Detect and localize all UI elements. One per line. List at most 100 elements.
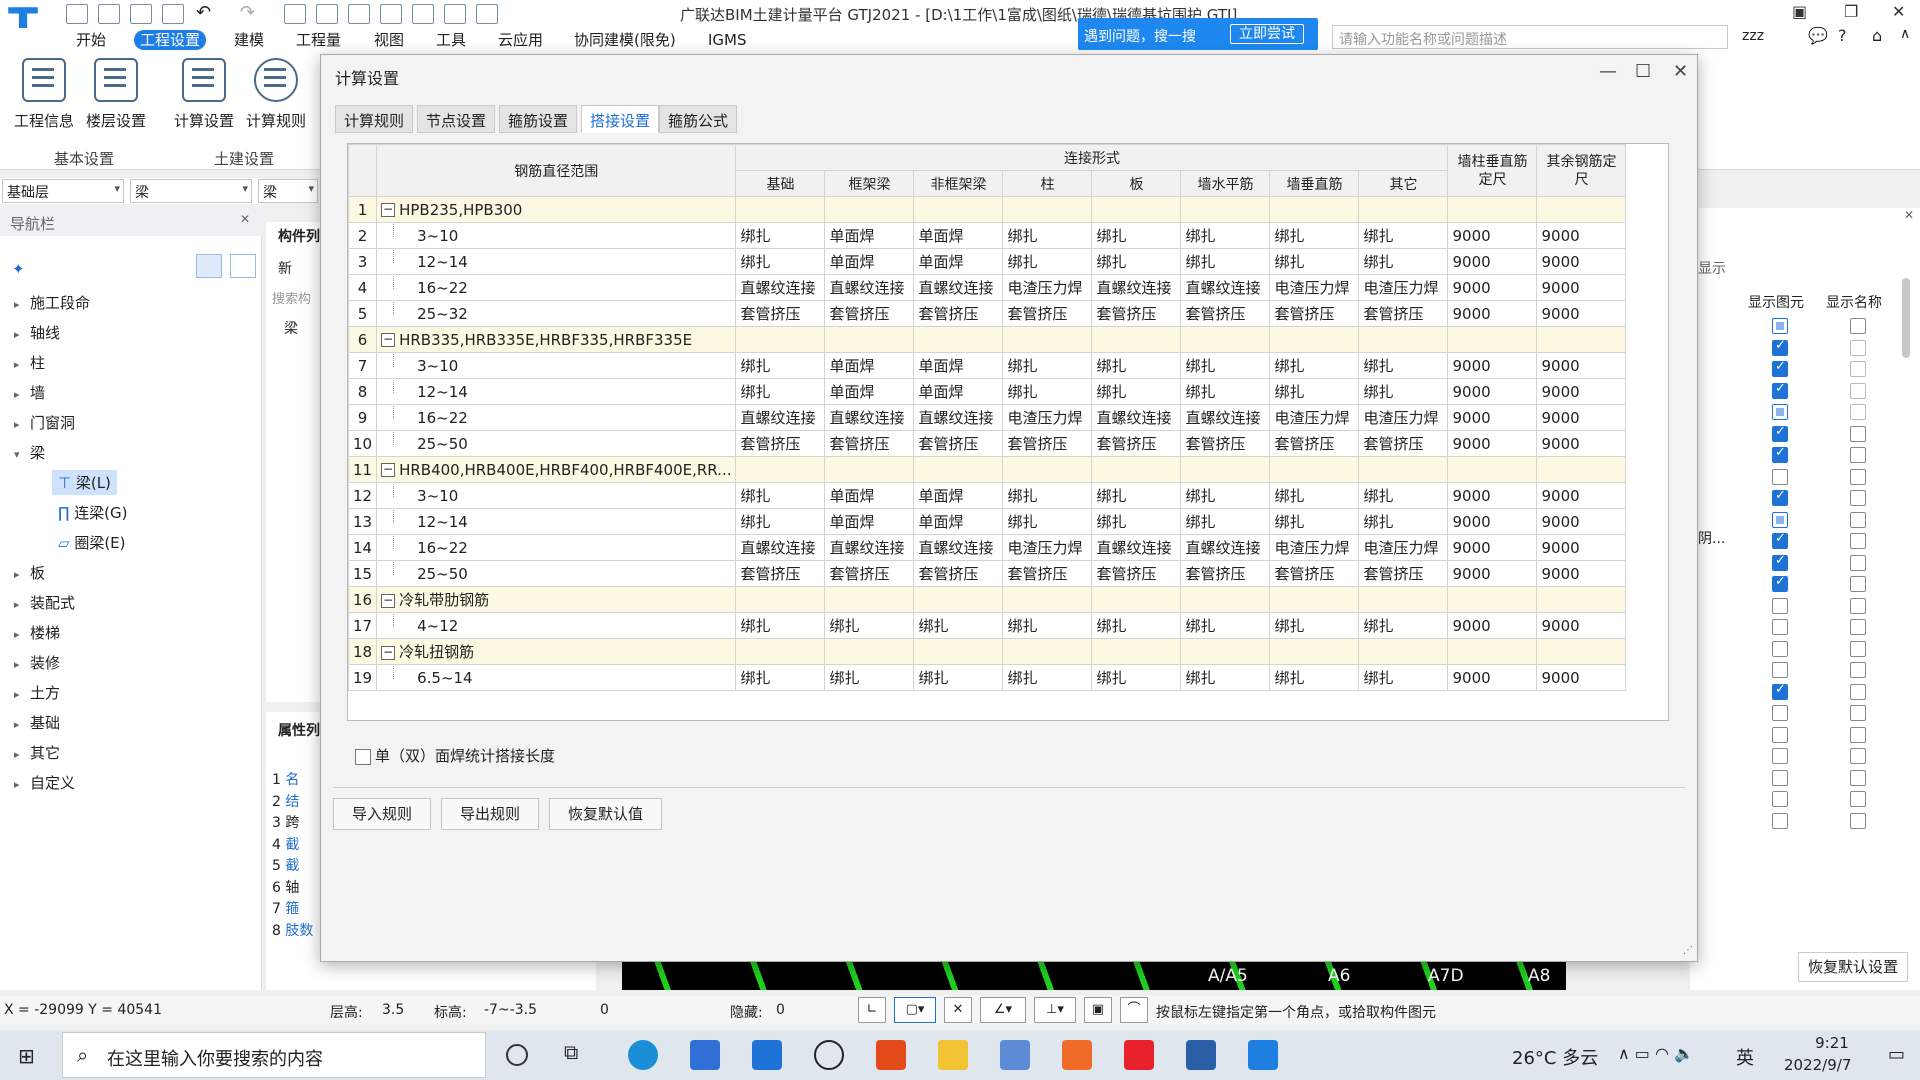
connection-type-cell[interactable]: 直螺纹连接 <box>1180 534 1271 561</box>
pin-icon[interactable]: ✦ <box>12 260 25 278</box>
show-element-checkbox[interactable] <box>1772 488 1788 506</box>
connection-type-cell[interactable]: 绑扎 <box>1269 222 1360 249</box>
connection-type-cell[interactable] <box>1180 456 1271 483</box>
connection-type-cell[interactable]: 套管挤压 <box>1091 430 1182 457</box>
show-name-checkbox[interactable] <box>1850 748 1866 764</box>
connection-type-cell[interactable]: 绑扎 <box>1002 482 1093 509</box>
show-element-checkbox[interactable] <box>1772 791 1788 807</box>
diameter-range-cell[interactable]: − HRB335,HRB335E,HRBF335,HRBF335E <box>376 326 737 353</box>
connection-type-cell[interactable]: 电渣压力焊 <box>1358 274 1449 301</box>
rebar-length-cell[interactable] <box>1536 326 1627 353</box>
table-row[interactable]: 19 6.5~14 绑扎 绑扎 绑扎 绑扎 绑扎 绑扎 绑扎 绑扎 9000 9000 <box>347 664 1627 691</box>
cortana-icon[interactable] <box>506 1044 528 1066</box>
promo-try-button[interactable]: 立即尝试 <box>1230 24 1304 44</box>
undo-icon[interactable]: ↶ <box>196 2 211 23</box>
connection-type-cell[interactable]: 直螺纹连接 <box>1180 404 1271 431</box>
connection-type-cell[interactable] <box>1091 326 1182 353</box>
skin-icon[interactable]: ⌂ <box>1872 26 1882 45</box>
show-name-checkbox[interactable] <box>1850 318 1866 334</box>
show-name-checkbox[interactable] <box>1850 705 1866 721</box>
nav-sub-beam-l[interactable]: ⊤ 梁(L) <box>52 470 117 495</box>
connection-type-cell[interactable]: 直螺纹连接 <box>1091 404 1182 431</box>
connection-type-cell[interactable]: 电渣压力焊 <box>1269 274 1360 301</box>
connection-type-cell[interactable]: 套管挤压 <box>1002 300 1093 327</box>
connection-type-cell[interactable]: 电渣压力焊 <box>1002 274 1093 301</box>
rebar-length-cell[interactable]: 9000 <box>1536 534 1627 561</box>
nav-item-earthwork[interactable]: ▸ 土方 <box>14 682 60 703</box>
connection-type-cell[interactable]: 绑扎 <box>1002 378 1093 405</box>
connection-type-cell[interactable]: 绑扎 <box>1002 612 1093 639</box>
connection-type-cell[interactable] <box>735 586 826 613</box>
connection-type-cell[interactable]: 单面焊 <box>913 248 1004 275</box>
table-row[interactable]: 13 12~14 绑扎 单面焊 单面焊 绑扎 绑扎 绑扎 绑扎 绑扎 9000 9000 <box>347 508 1627 535</box>
connection-type-cell[interactable]: 套管挤压 <box>1002 560 1093 587</box>
connection-type-cell[interactable]: 绑扎 <box>1091 352 1182 379</box>
connection-type-cell[interactable]: 绑扎 <box>735 612 826 639</box>
connection-type-cell[interactable]: 绑扎 <box>1180 378 1271 405</box>
calc-settings-button[interactable]: 计算设置 <box>170 58 238 131</box>
connection-type-cell[interactable]: 套管挤压 <box>1180 300 1271 327</box>
table-group-row[interactable]: 18− 冷轧扭钢筋 <box>347 638 1627 665</box>
connection-type-cell[interactable]: 套管挤压 <box>735 560 826 587</box>
connection-type-cell[interactable] <box>1358 586 1449 613</box>
connection-type-cell[interactable] <box>1358 456 1449 483</box>
connection-type-cell[interactable]: 绑扎 <box>735 378 826 405</box>
connection-type-cell[interactable] <box>824 196 915 223</box>
rebar-length-cell[interactable]: 9000 <box>1447 664 1538 691</box>
close-window-icon[interactable]: ✕ <box>1892 2 1905 21</box>
connection-type-cell[interactable] <box>913 586 1004 613</box>
connection-type-cell[interactable]: 电渣压力焊 <box>1002 404 1093 431</box>
nav-item-axis[interactable]: ▸ 轴线 <box>14 322 60 343</box>
connection-type-cell[interactable]: 套管挤压 <box>1091 300 1182 327</box>
table-row[interactable]: 5 25~32 套管挤压 套管挤压 套管挤压 套管挤压 套管挤压 套管挤压 套管挤压 套管挤压 90… <box>347 300 1627 327</box>
table-group-row[interactable]: 6− HRB335,HRB335E,HRBF335,HRBF335E <box>347 326 1627 353</box>
connection-type-cell[interactable]: 绑扎 <box>1269 482 1360 509</box>
connection-type-cell[interactable]: 绑扎 <box>913 612 1004 639</box>
show-element-checkbox[interactable] <box>1772 769 1788 786</box>
nav-item-other[interactable]: ▸ 其它 <box>14 742 60 763</box>
rebar-length-cell[interactable]: 9000 <box>1447 508 1538 535</box>
connection-type-cell[interactable] <box>735 638 826 665</box>
clock-date[interactable]: 2022/9/7 <box>1784 1056 1851 1074</box>
connection-type-cell[interactable]: 绑扎 <box>824 612 915 639</box>
show-element-checkbox[interactable] <box>1772 424 1788 442</box>
edit-icon[interactable] <box>412 4 434 24</box>
show-element-checkbox[interactable] <box>1772 726 1788 743</box>
show-name-checkbox[interactable] <box>1850 662 1866 678</box>
table-group-row[interactable]: 11− HRB400,HRB400E,HRBF400,HRBF400E,RR... <box>347 456 1627 483</box>
table-row[interactable]: 2 3~10 绑扎 单面焊 单面焊 绑扎 绑扎 绑扎 绑扎 绑扎 9000 9000 <box>347 222 1627 249</box>
collapse-icon[interactable]: − <box>381 593 396 608</box>
show-name-checkbox[interactable] <box>1850 640 1866 657</box>
minimize-icon[interactable]: — <box>1599 61 1617 82</box>
nav-close-icon[interactable]: ✕ <box>240 212 250 226</box>
export-rules-button[interactable]: 导出规则 <box>441 798 540 830</box>
office-icon[interactable] <box>876 1040 906 1070</box>
connection-type-cell[interactable] <box>913 326 1004 353</box>
connection-type-cell[interactable]: 绑扎 <box>1091 508 1182 535</box>
nav-item-column[interactable]: ▸ 柱 <box>14 352 45 373</box>
table-row[interactable]: 8 12~14 绑扎 单面焊 单面焊 绑扎 绑扎 绑扎 绑扎 绑扎 9000 9000 <box>347 378 1627 405</box>
show-element-checkbox[interactable] <box>1772 553 1788 571</box>
table-row[interactable]: 12 3~10 绑扎 单面焊 单面焊 绑扎 绑扎 绑扎 绑扎 绑扎 9000 9000 <box>347 482 1627 509</box>
connection-type-cell[interactable]: 直螺纹连接 <box>735 274 826 301</box>
connection-type-cell[interactable]: 绑扎 <box>1358 222 1449 249</box>
connection-type-cell[interactable]: 绑扎 <box>1091 378 1182 405</box>
rebar-length-cell[interactable]: 9000 <box>1447 404 1538 431</box>
connection-type-cell[interactable]: 绑扎 <box>1269 664 1360 691</box>
element-type-select[interactable]: 梁 <box>130 179 252 203</box>
show-name-checkbox[interactable] <box>1850 812 1866 829</box>
close-icon[interactable]: ✕ <box>1673 61 1688 82</box>
connection-type-cell[interactable]: 直螺纹连接 <box>913 404 1004 431</box>
connection-type-cell[interactable] <box>824 456 915 483</box>
connection-type-cell[interactable]: 绑扎 <box>1002 222 1093 249</box>
table-group-row[interactable]: 16− 冷轧带肋钢筋 <box>347 586 1627 613</box>
nav-sub-coupling-beam[interactable]: ∏ 连梁(G) <box>52 500 133 525</box>
connection-type-cell[interactable]: 套管挤压 <box>1358 300 1449 327</box>
rebar-length-cell[interactable]: 9000 <box>1447 482 1538 509</box>
rebar-length-cell[interactable]: 9000 <box>1447 352 1538 379</box>
layout-icon[interactable] <box>380 4 402 24</box>
show-name-checkbox[interactable] <box>1850 339 1866 356</box>
menu-igms[interactable]: IGMS <box>702 30 753 50</box>
connection-type-cell[interactable]: 电渣压力焊 <box>1269 404 1360 431</box>
show-element-checkbox[interactable] <box>1772 640 1788 657</box>
